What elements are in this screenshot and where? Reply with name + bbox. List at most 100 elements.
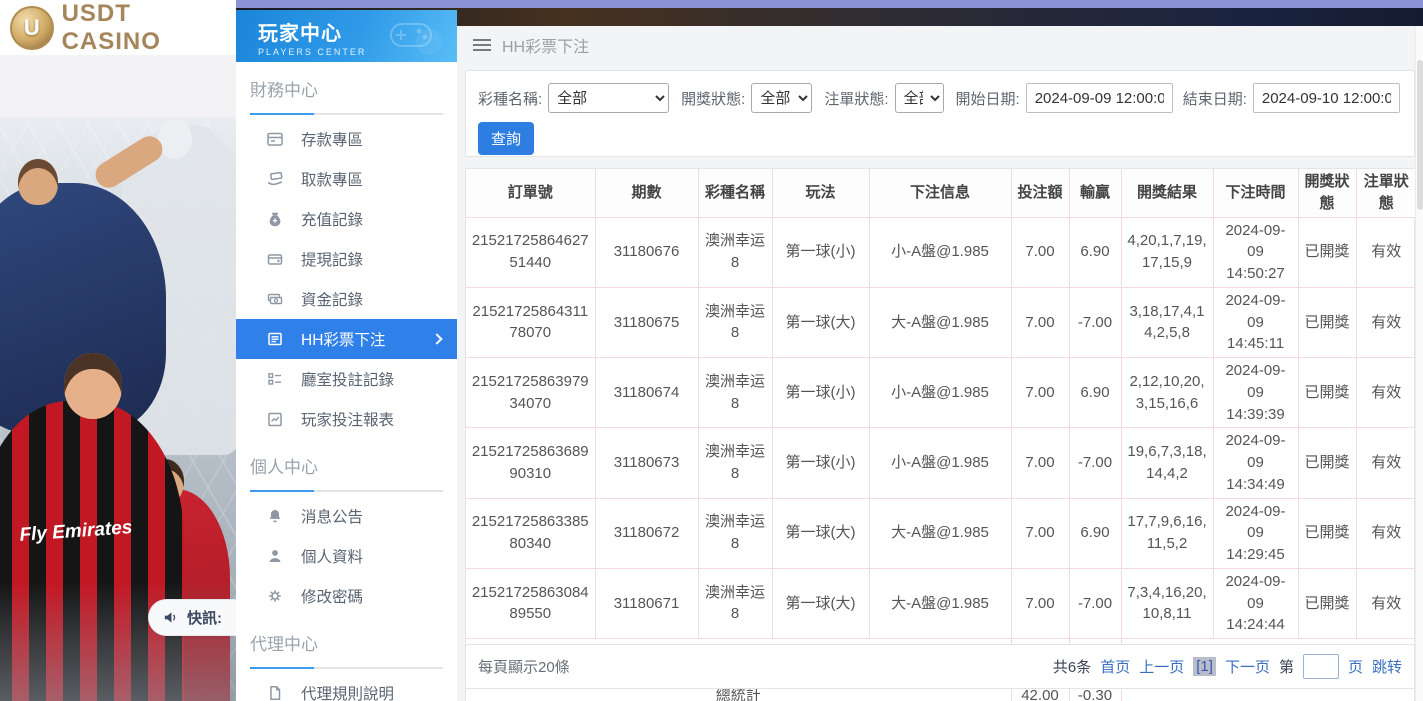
football-player-blue-head bbox=[18, 159, 58, 205]
cell-period: 31180675 bbox=[595, 287, 698, 357]
sidebar-item-announcements[interactable]: 消息公告 bbox=[236, 496, 457, 536]
cell-period: 31180672 bbox=[595, 498, 698, 568]
table-row: 2152172586338580340 31180672 澳洲幸运8 第一球(大… bbox=[466, 498, 1416, 568]
report-chart-icon bbox=[266, 410, 284, 428]
sidebar-item-recharge-records[interactable]: 充值記錄 bbox=[236, 199, 457, 239]
section-underline bbox=[250, 667, 443, 669]
cell-period: 31180671 bbox=[595, 568, 698, 638]
sidebar-item-withdrawal-records[interactable]: 提現記錄 bbox=[236, 239, 457, 279]
cell-order-no: 2152172586338580340 bbox=[466, 498, 595, 568]
scrollbar-thumb[interactable] bbox=[1417, 60, 1423, 210]
sidebar-item-label: 個人資料 bbox=[301, 545, 363, 567]
start-date-label: 開始日期: bbox=[956, 88, 1020, 109]
current-page-indicator: [1] bbox=[1193, 657, 1216, 676]
section-underline bbox=[250, 490, 443, 492]
start-date-input[interactable] bbox=[1026, 83, 1173, 113]
table-row: 2152172586308489550 31180671 澳洲幸运8 第一球(大… bbox=[466, 568, 1416, 638]
left-panel: U USDT CASINO Fly Emirates 快訊: bbox=[0, 0, 236, 701]
cell-result: 19,6,7,3,18,14,4,2 bbox=[1121, 428, 1213, 498]
cell-result: 4,20,1,7,19,17,15,9 bbox=[1121, 217, 1213, 287]
top-banner-strip bbox=[236, 0, 1423, 8]
banknotes-icon bbox=[266, 290, 284, 308]
page-jump-input[interactable] bbox=[1303, 654, 1339, 679]
cell-lottery: 澳洲幸运8 bbox=[698, 498, 772, 568]
cell-amount: 7.00 bbox=[1011, 287, 1069, 357]
cell-winloss: -7.00 bbox=[1069, 568, 1121, 638]
cell-order-no: 2152172586397934070 bbox=[466, 358, 595, 428]
sidebar-item-change-password[interactable]: 修改密碼 bbox=[236, 576, 457, 616]
next-page-link[interactable]: 下一页 bbox=[1225, 656, 1270, 677]
sidebar-item-deposit[interactable]: 存款專區 bbox=[236, 119, 457, 159]
cell-amount: 7.00 bbox=[1011, 568, 1069, 638]
deposit-icon bbox=[266, 130, 284, 148]
menu-toggle-icon[interactable] bbox=[473, 39, 491, 51]
cell-order-status: 有效 bbox=[1356, 287, 1416, 357]
sidebar-item-withdraw-area[interactable]: 取款專區 bbox=[236, 159, 457, 199]
draw-status-select[interactable]: 全部 bbox=[751, 83, 812, 113]
cell-bet-info: 小-A盤@1.985 bbox=[869, 358, 1011, 428]
order-status-select[interactable]: 全部 bbox=[895, 83, 944, 113]
sidebar-item-player-bet-report[interactable]: 玩家投注報表 bbox=[236, 399, 457, 439]
bets-table: 訂單號 期數 彩種名稱 玩法 下注信息 投注額 輸贏 開獎結果 下注時間 開獎狀… bbox=[466, 169, 1416, 701]
table-row: 2152172586462751440 31180676 澳洲幸运8 第一球(小… bbox=[466, 217, 1416, 287]
search-button[interactable]: 查詢 bbox=[478, 122, 534, 155]
pager: 共6条 首页 上一页 [1] 下一页 第 页 跳转 bbox=[1053, 654, 1402, 679]
cell-play: 第一球(小) bbox=[772, 358, 869, 428]
cell-period: 31180676 bbox=[595, 217, 698, 287]
header-row: 訂單號 期數 彩種名稱 玩法 下注信息 投注額 輸贏 開獎結果 下注時間 開獎狀… bbox=[466, 169, 1416, 217]
section-finance-center: 財務中心 bbox=[236, 62, 457, 107]
cell-bet-info: 小-A盤@1.985 bbox=[869, 428, 1011, 498]
cell-draw-status: 已開獎 bbox=[1298, 568, 1356, 638]
cell-order-no: 2152172586462751440 bbox=[466, 217, 595, 287]
section-personal-center: 個人中心 bbox=[236, 439, 457, 484]
cell-result: 7,3,4,16,20,10,8,11 bbox=[1121, 568, 1213, 638]
cell-time: 2024-09-09 14:50:27 bbox=[1213, 217, 1298, 287]
cell-play: 第一球(小) bbox=[772, 428, 869, 498]
jump-go-link[interactable]: 跳转 bbox=[1372, 656, 1402, 677]
shirt-text: Fly Emirates bbox=[15, 517, 136, 548]
cell-period: 31180673 bbox=[595, 428, 698, 498]
sidebar-item-fund-records[interactable]: 資金記錄 bbox=[236, 279, 457, 319]
bets-table-panel: 訂單號 期數 彩種名稱 玩法 下注信息 投注額 輸贏 開獎結果 下注時間 開獎狀… bbox=[465, 168, 1415, 701]
lottery-name-select[interactable]: 全部 bbox=[548, 83, 669, 113]
brand-logo[interactable]: U USDT CASINO bbox=[0, 0, 236, 55]
end-date-input[interactable] bbox=[1253, 83, 1400, 113]
cell-result: 3,18,17,4,14,2,5,8 bbox=[1121, 287, 1213, 357]
col-header-bet-info: 下注信息 bbox=[869, 169, 1011, 217]
jump-prefix-label: 第 bbox=[1279, 656, 1294, 677]
sidebar-item-agent-rules[interactable]: 代理規則說明 bbox=[236, 673, 457, 701]
cell-order-status: 有效 bbox=[1356, 428, 1416, 498]
cell-period: 31180674 bbox=[595, 358, 698, 428]
sidebar-item-room-bet-records[interactable]: 廳室投註記錄 bbox=[236, 359, 457, 399]
prev-page-link[interactable]: 上一页 bbox=[1139, 656, 1184, 677]
col-header-period: 期數 bbox=[595, 169, 698, 217]
cell-bet-info: 小-A盤@1.985 bbox=[869, 217, 1011, 287]
brand-coin-icon: U bbox=[10, 6, 54, 50]
cell-play: 第一球(大) bbox=[772, 287, 869, 357]
sidebar-item-label: 玩家投注報表 bbox=[301, 408, 394, 430]
bell-icon bbox=[266, 507, 284, 525]
wallet-icon bbox=[266, 250, 284, 268]
end-date-label: 結束日期: bbox=[1183, 88, 1247, 109]
sidebar-item-label: 代理規則說明 bbox=[301, 682, 394, 701]
first-page-link[interactable]: 首页 bbox=[1100, 656, 1130, 677]
person-icon bbox=[266, 547, 284, 565]
sidebar-item-hh-lottery-bets[interactable]: HH彩票下注 bbox=[236, 319, 457, 359]
vertical-scrollbar[interactable] bbox=[1415, 26, 1423, 701]
sidebar-header: 玩家中心 PLAYERS CENTER bbox=[236, 10, 457, 62]
sidebar-item-profile[interactable]: 個人資料 bbox=[236, 536, 457, 576]
col-header-result: 開獎結果 bbox=[1121, 169, 1213, 217]
cell-winloss: 6.90 bbox=[1069, 217, 1121, 287]
cell-time: 2024-09-09 14:29:45 bbox=[1213, 498, 1298, 568]
sidebar-item-label: 存款專區 bbox=[301, 128, 363, 150]
cell-bet-info: 大-A盤@1.985 bbox=[869, 568, 1011, 638]
cell-draw-status: 已開獎 bbox=[1298, 217, 1356, 287]
cell-bet-info: 大-A盤@1.985 bbox=[869, 287, 1011, 357]
lottery-name-label: 彩種名稱: bbox=[478, 88, 542, 109]
draw-status-label: 開獎狀態: bbox=[681, 88, 745, 109]
col-header-time: 下注時間 bbox=[1213, 169, 1298, 217]
col-header-winloss: 輸贏 bbox=[1069, 169, 1121, 217]
table-row: 2152172586368990310 31180673 澳洲幸运8 第一球(小… bbox=[466, 428, 1416, 498]
cell-time: 2024-09-09 14:45:11 bbox=[1213, 287, 1298, 357]
news-ticker[interactable]: 快訊: bbox=[148, 599, 236, 636]
